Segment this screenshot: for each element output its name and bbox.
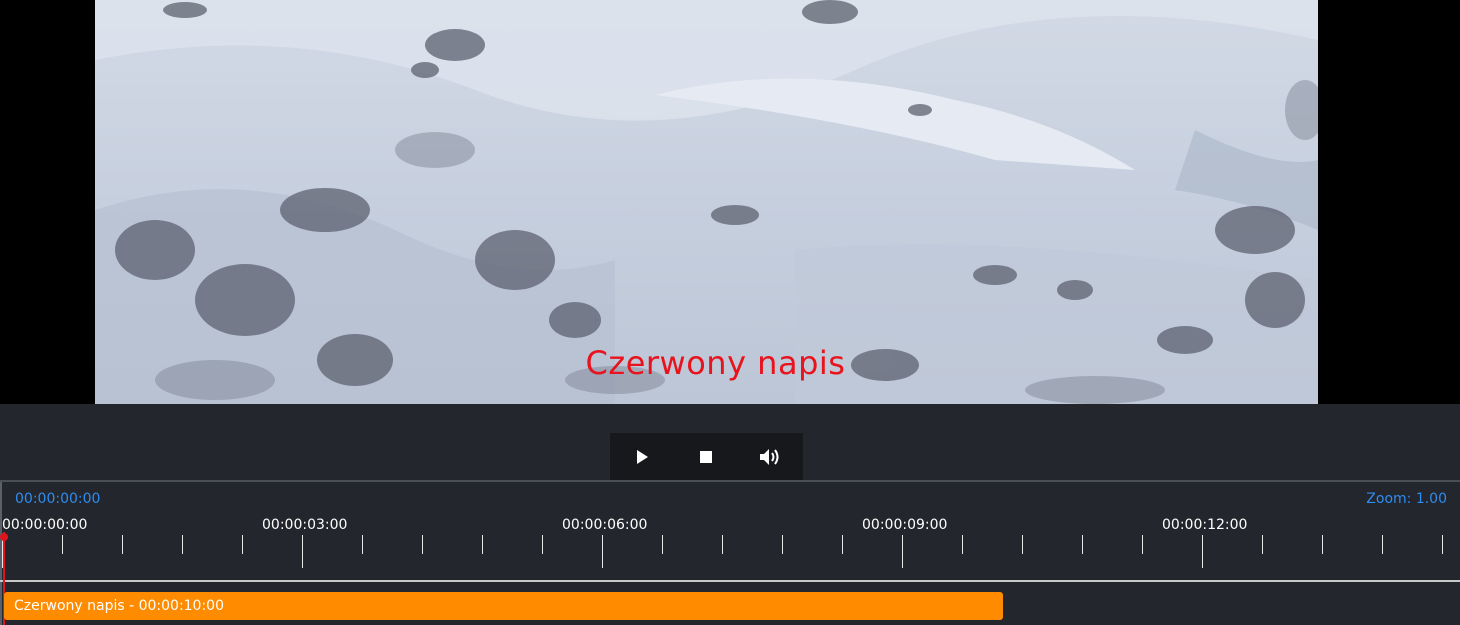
playback-controls	[610, 433, 803, 480]
major-tick	[602, 535, 603, 568]
minor-tick	[62, 535, 63, 554]
tick-label: 00:00:06:00	[562, 517, 648, 533]
major-tick	[1202, 535, 1203, 568]
play-button[interactable]	[610, 433, 674, 480]
minor-tick	[122, 535, 123, 554]
tick-label: 00:00:09:00	[862, 517, 948, 533]
minor-tick	[1022, 535, 1023, 554]
timeline[interactable]: 00:00:00:00 Zoom: 1.00 00:00:00:00 00:00…	[0, 480, 1460, 625]
stop-icon	[700, 450, 712, 463]
minor-tick	[422, 535, 423, 554]
minor-tick	[542, 535, 543, 554]
controls-area	[0, 404, 1460, 481]
minor-tick	[722, 535, 723, 554]
minor-tick	[362, 535, 363, 554]
caption-overlay: Czerwony napis	[585, 344, 846, 382]
minor-tick	[1322, 535, 1323, 554]
zoom-level: Zoom: 1.00	[1366, 491, 1447, 507]
minor-tick	[182, 535, 183, 554]
time-ruler[interactable]: 00:00:00:00 00:00:03:00 00:00:06:00 00:0…	[0, 514, 1460, 582]
tick-label: 00:00:03:00	[262, 517, 348, 533]
caption-clip[interactable]: Czerwony napis - 00:00:10:00	[4, 592, 1003, 620]
video-frame: Czerwony napis	[95, 0, 1318, 404]
tick-label: 00:00:12:00	[1162, 517, 1248, 533]
minor-tick	[1142, 535, 1143, 554]
minor-tick	[782, 535, 783, 554]
volume-button[interactable]	[738, 433, 802, 480]
minor-tick	[842, 535, 843, 554]
minor-tick	[482, 535, 483, 554]
video-preview: Czerwony napis	[0, 0, 1460, 404]
major-tick	[302, 535, 303, 568]
major-tick	[902, 535, 903, 568]
minor-tick	[962, 535, 963, 554]
playhead-handle[interactable]	[0, 533, 8, 541]
minor-tick	[1082, 535, 1083, 554]
minor-tick	[1262, 535, 1263, 554]
ruler-baseline	[0, 580, 1460, 582]
minor-tick	[1382, 535, 1383, 554]
minor-tick	[1442, 535, 1443, 554]
current-time: 00:00:00:00	[15, 491, 101, 507]
volume-icon	[760, 448, 779, 465]
play-icon	[637, 449, 648, 464]
tick-label: 00:00:00:00	[2, 517, 88, 533]
minor-tick	[242, 535, 243, 554]
minor-tick	[662, 535, 663, 554]
stop-button[interactable]	[674, 433, 738, 480]
